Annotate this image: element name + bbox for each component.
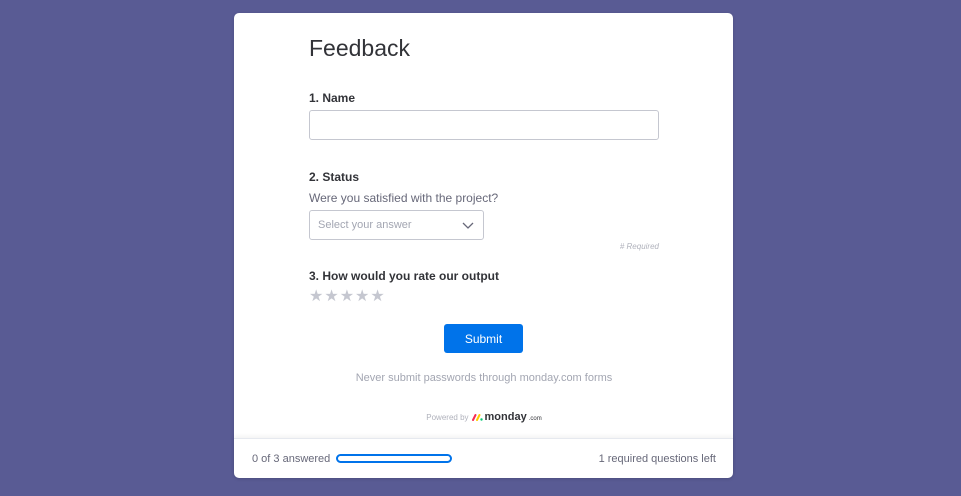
status-select[interactable]: Select your answer — [309, 210, 484, 240]
progress-bar — [336, 454, 453, 463]
star-icon[interactable]: ★ — [340, 289, 354, 305]
required-remaining: 1 required questions left — [598, 452, 716, 465]
password-warning: Never submit passwords through monday.co… — [355, 372, 613, 384]
question-name-label: 1. Name — [309, 91, 356, 105]
monday-logo-icon — [471, 414, 483, 421]
star-icon[interactable]: ★ — [355, 289, 369, 305]
chevron-down-icon — [462, 222, 474, 229]
status-select-placeholder: Select your answer — [318, 219, 412, 231]
brand-name: monday — [484, 411, 527, 423]
rating-stars: ★ ★ ★ ★ ★ — [309, 289, 385, 305]
question-status-subtitle: Were you satisfied with the project? — [309, 191, 499, 205]
progress-indicator: 0 of 3 answered — [252, 452, 453, 465]
brand: monday .com — [471, 411, 542, 423]
answered-count: 0 of 3 answered — [252, 452, 331, 465]
star-icon[interactable]: ★ — [309, 289, 323, 305]
star-icon[interactable]: ★ — [324, 289, 338, 305]
powered-by-text: Powered by — [426, 412, 469, 422]
question-rating-label: 3. How would you rate our output — [309, 269, 499, 283]
form-title: Feedback — [309, 35, 411, 61]
form-card: Feedback 1. Name 2. Status Were you sati… — [234, 13, 733, 478]
powered-by[interactable]: Powered by monday .com — [309, 411, 659, 423]
brand-tld: .com — [528, 415, 542, 422]
form-footer: 0 of 3 answered 1 required questions lef… — [234, 438, 733, 478]
star-icon[interactable]: ★ — [370, 289, 384, 305]
name-input[interactable] — [309, 110, 659, 140]
required-note: # Required — [619, 242, 659, 251]
submit-button[interactable]: Submit — [444, 324, 523, 353]
question-status-label: 2. Status — [309, 170, 360, 184]
